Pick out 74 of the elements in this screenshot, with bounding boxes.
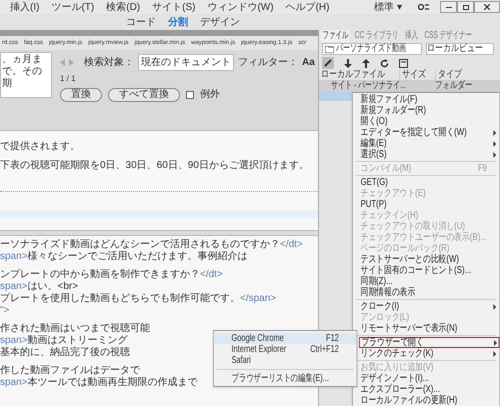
scope-dropdown[interactable]: 現在のドキュメント <box>138 54 234 71</box>
panel-tab[interactable]: CSS デザイナー <box>423 30 474 42</box>
menu-item[interactable]: PUT(P) <box>352 199 500 210</box>
menu-item[interactable]: テストサーバーとの比較(W) <box>352 254 500 265</box>
folder-icon <box>325 46 334 52</box>
code-line: "> <box>0 305 10 317</box>
code-line: 作された動画はいつまで視聴可能 <box>0 323 150 335</box>
code-line: 基本的に、納品完了後の視聴 <box>0 347 130 359</box>
column-header[interactable]: ローカルファイル <box>321 70 385 80</box>
menu-item[interactable]: GET(G) <box>352 177 500 188</box>
menu-item[interactable]: 新規フォルダー(R) <box>352 105 500 116</box>
code-line: span>はい。<br> <box>0 281 78 292</box>
sync-icon[interactable] <box>418 3 430 11</box>
menu-item[interactable]: ウィンドウ(W) <box>207 0 274 14</box>
menu-item[interactable]: ヘルプ(H) <box>286 0 330 14</box>
scope-label: 検索対象： <box>84 56 134 70</box>
expand-icon[interactable] <box>399 58 408 68</box>
restore-button[interactable] <box>457 1 474 13</box>
view-tab[interactable]: 分割 <box>168 14 188 30</box>
code-line: ンプレートの中から動画を制作できますか？</dt> <box>0 269 223 281</box>
menu-item[interactable]: エクスプローラー(X)... <box>352 384 500 395</box>
close-button[interactable] <box>474 1 500 13</box>
view-tab[interactable]: デザイン <box>200 14 240 30</box>
file-type: フォルダー <box>435 81 472 91</box>
menu-item[interactable]: 開く(O) <box>352 116 500 127</box>
menu-item[interactable]: 新規ファイル(F) <box>352 94 500 105</box>
menu-item[interactable]: サイト固有のコードヒント(S)... <box>352 265 500 276</box>
view-dropdown[interactable]: ローカルビュー <box>426 43 494 55</box>
menu-item[interactable]: 選択(S) <box>352 149 500 160</box>
refresh-icon[interactable] <box>380 58 389 68</box>
menu-item[interactable]: 同期(Z)... <box>352 276 500 287</box>
match-case-toggle[interactable]: Aa <box>302 55 315 70</box>
menu-item[interactable]: 挿入(I) <box>10 0 40 14</box>
panel-tab[interactable]: 挿入 <box>404 30 420 42</box>
download-icon[interactable] <box>344 58 352 68</box>
submenu-arrow-icon <box>493 304 496 310</box>
search-text-field[interactable]: 、ヵ月まで。その期 <box>0 52 52 98</box>
replace-button[interactable]: 置換 <box>60 88 102 102</box>
menu-item[interactable]: ブラウザーで開く <box>359 337 500 348</box>
code-line: 作した動画ファイルはデータで <box>0 365 140 376</box>
column-header[interactable]: タイプ <box>438 70 462 80</box>
body-text: で提供されます。 <box>0 140 80 154</box>
code-line: span>動画はストリーミング <box>0 335 128 346</box>
menu-item[interactable]: 検索(D) <box>106 0 140 14</box>
menu-item[interactable]: クローク(I) <box>352 301 500 312</box>
body-text: 下表の視聴可能期限を0日、30日、60日、90日からご選択頂けます。 <box>0 158 309 173</box>
close-icon[interactable] <box>484 4 490 10</box>
site-dropdown[interactable]: パーソナライズド動画 <box>322 43 422 55</box>
exception-checkbox[interactable] <box>186 90 194 98</box>
file-name[interactable]: サイト - パーソナライ... <box>331 81 406 91</box>
code-line: span>様々なシーンでご活用いただけます。事例紹介は <box>0 251 248 263</box>
menu-item[interactable]: 同期情報の表示 <box>352 287 500 298</box>
code-line: ーソナライズド動画はどんなシーンで活用されるものですか？</dt> <box>0 239 303 250</box>
workspace-switcher[interactable]: 標準 ▾ <box>374 0 402 14</box>
code-line: span>本ツールでは動画再生期限の作成まで <box>0 377 198 389</box>
menu-item[interactable]: Google Chrome F12 <box>214 333 357 344</box>
minimize-button[interactable] <box>440 1 457 13</box>
column-header[interactable]: サイズ <box>402 70 426 80</box>
menu-item[interactable]: サイト(S) <box>152 0 196 14</box>
view-tab[interactable]: コード <box>126 14 156 30</box>
menu-item[interactable]: ローカルファイルの更新(H) <box>352 395 500 406</box>
upload-icon[interactable] <box>362 58 370 68</box>
filter-label: フィルター： <box>238 56 298 70</box>
connect-icon[interactable] <box>322 57 334 69</box>
checkbox-label: 例外 <box>200 88 220 102</box>
code-line: プレートを使用した動画もどちらでも制作可能です。</span> <box>0 293 276 305</box>
replace-button[interactable]: すべて置換 <box>108 88 180 102</box>
panel-tab[interactable]: CC ライブラリ <box>353 30 400 42</box>
menu-item[interactable]: 編集(E) <box>352 138 500 149</box>
match-count: 1 / 1 <box>60 74 77 84</box>
panel-tab[interactable]: ファイル <box>320 30 350 42</box>
menu-item[interactable]: ツール(T) <box>51 0 94 14</box>
menu-item[interactable]: リモートサーバーで表示(N) <box>352 323 500 334</box>
menu-item[interactable]: エディターを指定して開く(W) <box>352 127 500 138</box>
